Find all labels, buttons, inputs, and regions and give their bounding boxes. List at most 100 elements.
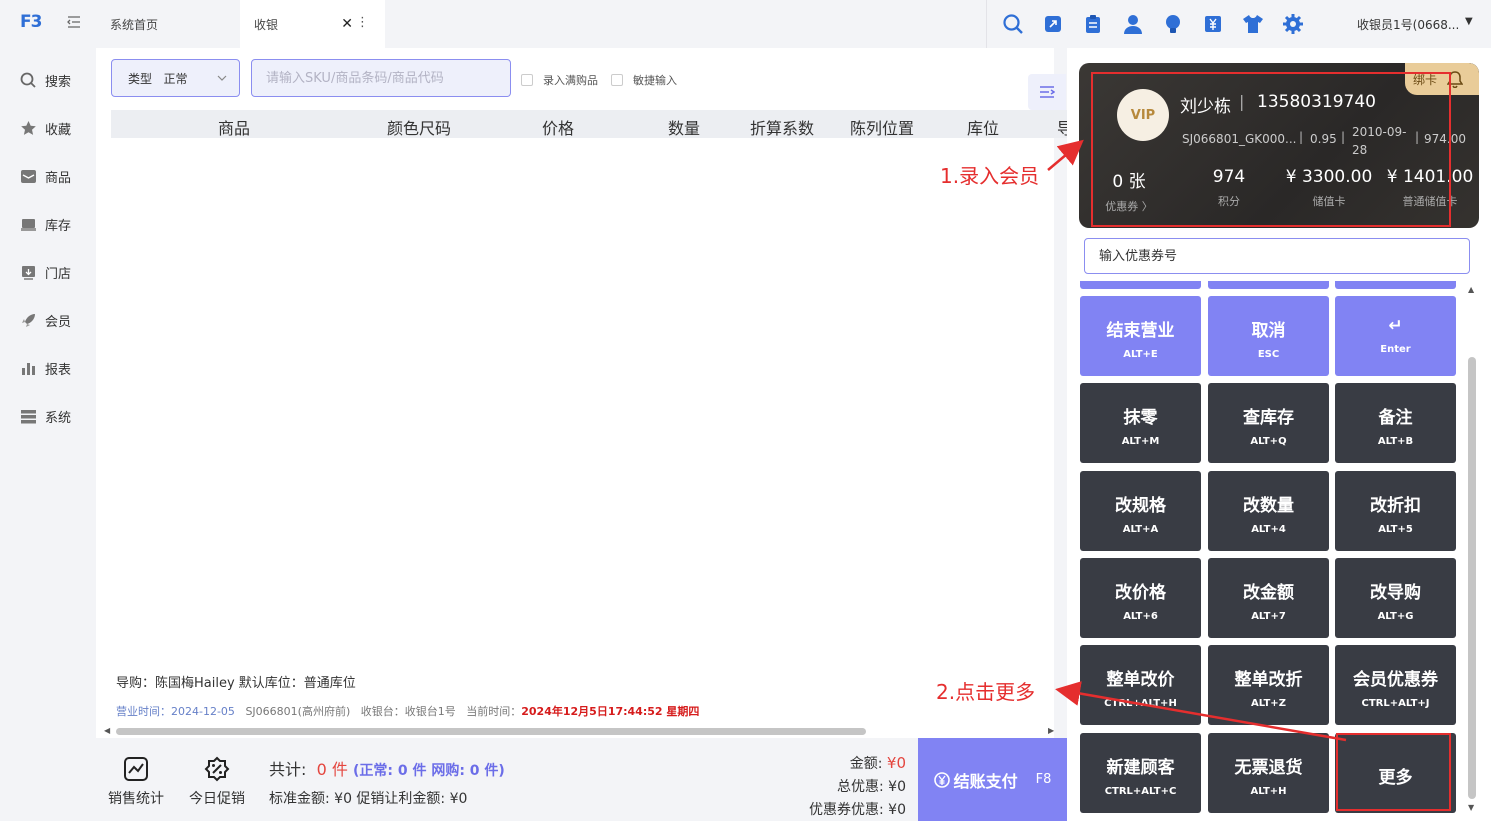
remark-button[interactable]: 备注 ALT+B — [1335, 383, 1456, 463]
annotation-step-1: 1.录入会员 — [940, 164, 1040, 188]
more-vertical-icon[interactable]: ⋮ — [356, 15, 369, 30]
shirt-icon[interactable] — [1242, 13, 1264, 35]
list-icon — [1040, 86, 1055, 98]
key-title: 会员优惠券 — [1353, 670, 1438, 690]
top-toolbar: 收银员1号(0668... ▼ — [986, 0, 1491, 48]
standard-amount: 标准金额: ¥0 促销让利金额: ¥0 — [269, 791, 468, 807]
sidebar-item-label: 报表 — [45, 362, 72, 378]
enter-button[interactable]: ↵ Enter — [1335, 296, 1456, 376]
sidebar-item-system[interactable]: 系统 — [0, 392, 96, 440]
key-hidden-3[interactable] — [1335, 281, 1456, 289]
lightbulb-icon[interactable] — [1162, 13, 1184, 35]
key-title: 备注 — [1378, 408, 1413, 428]
end-business-button[interactable]: 结束营业 ALT+E — [1080, 296, 1201, 376]
today-promo-button[interactable]: 今日促销 — [185, 756, 249, 808]
now-label: 当前时间： — [466, 705, 522, 718]
tab-home[interactable]: 系统首页 — [110, 0, 158, 48]
scroll-right-icon[interactable]: ▶ — [1048, 726, 1054, 735]
checkbox-box[interactable] — [521, 74, 533, 86]
search-icon[interactable] — [1002, 13, 1024, 35]
change-discount-button[interactable]: 改折扣 ALT+5 — [1335, 471, 1456, 551]
scroll-thumb[interactable] — [116, 728, 866, 735]
round-off-button[interactable]: 抹零 ALT+M — [1080, 383, 1201, 463]
no-receipt-return-button[interactable]: 无票退货 ALT+H — [1208, 733, 1329, 813]
sidebar-item-search[interactable]: 搜索 — [0, 56, 96, 104]
order-price-button[interactable]: 整单改价 CTRL+ALT+H — [1080, 645, 1201, 725]
checkbox-box[interactable] — [611, 74, 623, 86]
sidebar-item-favorites[interactable]: 收藏 — [0, 104, 96, 152]
tab-cashier[interactable]: 收银 ✕ ⋮ — [240, 0, 385, 48]
key-shortcut: ALT+5 — [1378, 524, 1413, 535]
sidebar-item-inventory[interactable]: 库存 — [0, 200, 96, 248]
scroll-thumb[interactable] — [1468, 357, 1476, 799]
key-shortcut: ALT+B — [1377, 436, 1414, 447]
user-icon[interactable] — [1122, 13, 1144, 35]
amount-value: ¥0 — [886, 754, 906, 772]
server-icon — [21, 409, 36, 423]
change-price-button[interactable]: 改价格 ALT+6 — [1080, 558, 1201, 638]
sidebar-item-products[interactable]: 商品 — [0, 152, 96, 200]
rocket-icon — [22, 313, 35, 327]
key-title: 查库存 — [1243, 408, 1294, 428]
key-shortcut: CTRL+ALT+J — [1361, 698, 1430, 709]
key-shortcut: ALT+Z — [1251, 698, 1286, 709]
clipboard-icon[interactable] — [1082, 13, 1104, 35]
col-price: 价格 — [542, 119, 575, 138]
sku-input[interactable] — [251, 59, 511, 97]
current-time: 2024年12月5日17:44:52 星期四 — [521, 705, 700, 718]
new-customer-button[interactable]: 新建顾客 CTRL+ALT+C — [1080, 733, 1201, 813]
sidebar-item-label: 商品 — [45, 170, 72, 186]
scroll-left-icon[interactable]: ◀ — [104, 726, 110, 735]
total-value: 0 件 — [316, 760, 348, 779]
annotation-box-more — [1336, 733, 1451, 811]
type-select-value: 正常 — [163, 71, 188, 86]
gear-icon[interactable] — [1282, 13, 1304, 35]
sales-stats-button[interactable]: 销售统计 — [104, 756, 168, 808]
key-hidden-1[interactable] — [1080, 281, 1201, 289]
current-user[interactable]: 收银员1号(0668... — [1357, 16, 1459, 33]
checkout-label: 结账支付 — [953, 771, 1018, 791]
change-amount-button[interactable]: 改金额 ALT+7 — [1208, 558, 1329, 638]
sales-stats-label: 销售统计 — [108, 791, 164, 807]
change-quantity-button[interactable]: 改数量 ALT+4 — [1208, 471, 1329, 551]
vertical-scrollbar[interactable]: ▲ ▼ — [1465, 281, 1479, 821]
sidebar-item-reports[interactable]: 报表 — [0, 344, 96, 392]
column-settings-button[interactable] — [1028, 74, 1066, 110]
type-select[interactable]: 类型 正常 — [111, 59, 240, 97]
inventory-icon — [21, 218, 36, 231]
scroll-up-icon[interactable]: ▲ — [1468, 285, 1474, 294]
cancel-button[interactable]: 取消 ESC — [1208, 296, 1329, 376]
discount-label: 总优惠: — [837, 779, 884, 795]
key-shortcut: ALT+G — [1377, 611, 1414, 622]
yen-card-icon[interactable] — [1202, 13, 1224, 35]
col-color-size: 颜色尺码 — [387, 119, 452, 138]
type-select-label: 类型 — [128, 71, 153, 86]
full-purchase-checkbox[interactable]: 录入满购品 — [521, 72, 598, 88]
tab-bar: 系统首页 收银 ✕ ⋮ — [96, 0, 986, 48]
horizontal-scrollbar[interactable]: ◀ ▶ — [104, 726, 1054, 738]
checkout-button[interactable]: 结账支付 F8 — [918, 738, 1067, 821]
change-guide-button[interactable]: 改导购 ALT+G — [1335, 558, 1456, 638]
sidebar-item-store[interactable]: 门店 — [0, 248, 96, 296]
checkout-shortcut: F8 — [1035, 772, 1052, 787]
key-shortcut: ALT+4 — [1251, 524, 1286, 535]
chevron-down-icon[interactable]: ▼ — [1465, 16, 1473, 27]
yen-coin-icon — [933, 771, 950, 788]
quick-input-checkbox[interactable]: 敏捷输入 — [611, 72, 677, 88]
sidebar-item-members[interactable]: 会员 — [0, 296, 96, 344]
change-spec-button[interactable]: 改规格 ALT+A — [1080, 471, 1201, 551]
cart-area: 类型 正常 录入满购品 敏捷输入 商品 颜色尺码 价格 数量 折算系数 陈列位置… — [96, 48, 1073, 738]
coupon-input[interactable] — [1084, 238, 1470, 274]
member-coupon-button[interactable]: 会员优惠券 CTRL+ALT+J — [1335, 645, 1456, 725]
amount-summary: 金额: ¥0 总优惠: ¥0 优惠券优惠: ¥0 — [809, 752, 906, 821]
external-link-icon[interactable] — [1042, 13, 1064, 35]
scroll-down-icon[interactable]: ▼ — [1468, 803, 1474, 812]
key-title: 改导购 — [1370, 583, 1421, 603]
close-icon[interactable]: ✕ — [341, 16, 353, 32]
total-detail: (正常: 0 件 网购: 0 件) — [352, 763, 505, 779]
order-discount-button[interactable]: 整单改折 ALT+Z — [1208, 645, 1329, 725]
menu-collapse-icon[interactable] — [66, 14, 82, 30]
check-inventory-button[interactable]: 查库存 ALT+Q — [1208, 383, 1329, 463]
key-hidden-2[interactable] — [1208, 281, 1329, 289]
star-icon — [21, 120, 36, 135]
